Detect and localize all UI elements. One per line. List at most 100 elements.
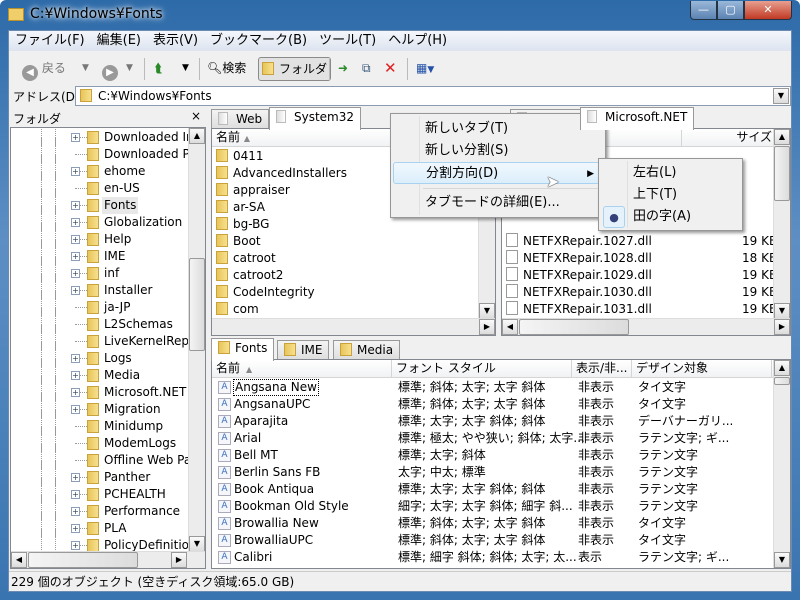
tree-item[interactable]: Downloaded Prog xyxy=(11,138,205,163)
address-input[interactable]: C:¥Windows¥Fonts ▼ xyxy=(75,86,791,106)
list-item[interactable]: 0411 xyxy=(216,148,264,165)
expand-icon[interactable]: + xyxy=(71,133,80,142)
tree-item[interactable]: + Microsoft.NET xyxy=(11,376,189,401)
scroll-down-icon[interactable]: ▼ xyxy=(189,536,205,552)
scroll-right-icon[interactable]: ▶ xyxy=(774,319,790,335)
back-button[interactable]: ◀ 戻る xyxy=(19,57,69,81)
menu-5[interactable]: ヘルプ(H) xyxy=(382,31,453,51)
expand-icon[interactable]: + xyxy=(71,524,80,533)
tree-item[interactable]: + Help xyxy=(11,223,189,248)
tree-item[interactable]: + Installer xyxy=(11,274,189,299)
expand-icon[interactable]: + xyxy=(71,541,80,550)
up-dropdown-icon[interactable]: ▼ xyxy=(179,57,192,81)
tab[interactable]: System32 xyxy=(269,107,362,130)
list-item[interactable]: CodeIntegrity xyxy=(216,284,315,301)
menu-3[interactable]: ブックマーク(B) xyxy=(204,31,313,51)
scroll-thumb[interactable] xyxy=(189,258,205,351)
expand-icon[interactable]: + xyxy=(71,286,80,295)
scroll-up-icon[interactable]: ▲ xyxy=(774,360,790,376)
menu-item-grid[interactable]: ● 田の字(A) xyxy=(601,206,740,228)
column-header[interactable]: 表示/非... xyxy=(572,360,632,378)
tree-item[interactable]: + Migration xyxy=(11,393,189,418)
expand-icon[interactable]: + xyxy=(71,490,80,499)
column-header-name[interactable]: 名前 ▲ xyxy=(212,129,392,147)
expand-icon[interactable]: + xyxy=(71,218,80,227)
expand-icon[interactable]: + xyxy=(71,201,80,210)
tree-item[interactable]: + Panther xyxy=(11,461,189,486)
tree-item[interactable]: + PLA xyxy=(11,512,189,537)
list-item[interactable]: NETFXRepair.1030.dll 19 KB xyxy=(506,284,777,301)
tree-item[interactable]: ModemLogs xyxy=(11,427,189,452)
font-row[interactable]: A Angsana New 標準; 斜体; 太字; 太字 斜体 非表示 タイ文字 xyxy=(212,379,772,396)
delete-icon[interactable]: ✕ xyxy=(381,57,400,81)
back-dropdown-icon[interactable]: ▼ xyxy=(79,57,92,81)
scroll-right-icon[interactable]: ▶ xyxy=(479,319,495,335)
tab[interactable]: IME xyxy=(277,340,330,361)
tree-item[interactable]: + Downloaded Insta xyxy=(11,128,205,146)
font-row[interactable]: A Bookman Old Style 細字; 太字; 太字 斜体; 細字 斜...… xyxy=(212,498,772,515)
tree-horizontal-scrollbar[interactable]: ◀ ▶ xyxy=(11,551,205,568)
list-item[interactable]: Boot xyxy=(216,233,261,250)
vertical-scrollbar[interactable]: ▲ ▼ xyxy=(773,360,790,568)
column-header[interactable]: デザイン対象 xyxy=(632,360,772,378)
tab[interactable]: Microsoft.NET xyxy=(580,107,695,130)
list-item[interactable]: NETFXRepair.1031.dll 19 KB xyxy=(506,301,777,318)
scroll-left-icon[interactable]: ◀ xyxy=(502,319,518,335)
expand-icon[interactable]: + xyxy=(71,269,80,278)
menu-item-tab-mode-details[interactable]: タブモードの詳細(E)... xyxy=(393,192,603,214)
tree-item[interactable]: ja-JP xyxy=(11,291,189,316)
list-item[interactable]: NETFXRepair.1027.dll 19 KB xyxy=(506,233,777,250)
scroll-thumb[interactable] xyxy=(774,146,790,201)
menu-4[interactable]: ツール(T) xyxy=(313,31,382,51)
font-row[interactable]: A Aparajita 標準; 太字; 太字 斜体; 斜体 非表示 デーバナーガリ... xyxy=(212,413,772,430)
tree-item[interactable]: + PCHEALTH xyxy=(11,478,189,503)
scroll-right-icon[interactable]: ▶ xyxy=(171,552,187,568)
up-folder-icon[interactable]: ⮬ xyxy=(152,57,165,81)
move-to-icon[interactable]: ➜ xyxy=(335,57,351,81)
menu-item-left-right[interactable]: 左右(L) xyxy=(601,162,740,184)
forward-dropdown-icon[interactable]: ▼ xyxy=(123,57,136,81)
menu-1[interactable]: 編集(E) xyxy=(91,31,147,51)
menu-item-split-direction[interactable]: 分割方向(D) ▶ xyxy=(393,162,603,184)
expand-icon[interactable]: + xyxy=(71,405,80,414)
column-header[interactable]: フォント スタイル xyxy=(392,360,572,378)
tree-item[interactable]: + Fonts xyxy=(11,189,189,214)
font-row[interactable]: A Bell MT 標準; 太字; 斜体 非表示 ラテン文字 xyxy=(212,447,772,464)
horizontal-scrollbar[interactable]: ▶ xyxy=(212,318,495,335)
horizontal-scrollbar[interactable]: ◀ ▶ xyxy=(502,318,790,335)
list-item[interactable]: com xyxy=(216,301,259,318)
scroll-thumb[interactable] xyxy=(774,377,790,385)
search-button[interactable]: 🔍︎検索 xyxy=(204,57,249,81)
tree-item[interactable]: + inf xyxy=(11,257,189,282)
scroll-down-icon[interactable]: ▼ xyxy=(774,552,790,568)
expand-icon[interactable]: + xyxy=(71,252,80,261)
menu-2[interactable]: 表示(V) xyxy=(147,31,204,51)
tree-item[interactable]: Offline Web Page xyxy=(11,444,205,469)
tree-item[interactable]: Minidump xyxy=(11,410,189,435)
expand-icon[interactable]: + xyxy=(71,388,80,397)
font-row[interactable]: A AngsanaUPC 標準; 斜体; 太字; 太字 斜体 非表示 タイ文字 xyxy=(212,396,772,413)
tree-item[interactable]: + Performance xyxy=(11,495,189,520)
expand-icon[interactable]: + xyxy=(71,507,80,516)
list-item[interactable]: catroot2 xyxy=(216,267,283,284)
copy-to-icon[interactable]: ⧉ xyxy=(359,57,374,81)
scroll-left-icon[interactable]: ◀ xyxy=(11,552,27,568)
tab[interactable]: Media xyxy=(333,340,401,361)
menu-0[interactable]: ファイル(F) xyxy=(9,31,91,51)
column-header-size[interactable]: サイズ xyxy=(682,129,775,147)
tree-item[interactable]: + IME xyxy=(11,240,189,265)
views-icon[interactable]: ▦▼ xyxy=(413,57,437,81)
font-row[interactable]: A Berlin Sans FB 太字; 中太; 標準 非表示 ラテン文字 xyxy=(212,464,772,481)
close-button[interactable]: ✕ xyxy=(744,1,792,20)
tree-item[interactable]: en-US xyxy=(11,172,189,197)
forward-button[interactable]: ▶ xyxy=(99,57,121,81)
expand-icon[interactable]: + xyxy=(71,354,80,363)
menu-item-new-split[interactable]: 新しい分割(S) xyxy=(393,140,603,162)
tree-item[interactable]: + Media xyxy=(11,359,189,384)
font-row[interactable]: A BrowalliaUPC 標準; 斜体; 太字; 太字 斜体 非表示 タイ文字 xyxy=(212,532,772,549)
folder-pane-close-icon[interactable]: × xyxy=(191,109,201,123)
scroll-up-icon[interactable]: ▲ xyxy=(189,128,205,144)
maximize-button[interactable]: ▢ xyxy=(717,1,744,20)
column-header[interactable]: 名前 ▲ xyxy=(212,360,392,378)
expand-icon[interactable]: + xyxy=(71,371,80,380)
